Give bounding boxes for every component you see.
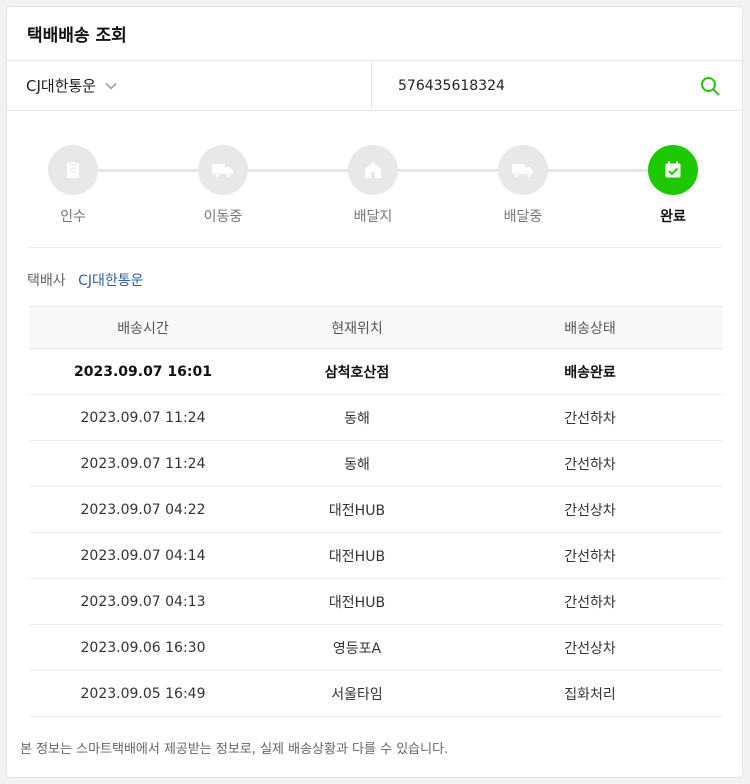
table-row: 2023.09.06 16:30 영등포A 간선상차 bbox=[29, 624, 723, 671]
carrier-dropdown[interactable]: CJ대한통운 bbox=[7, 61, 372, 110]
cell-location: 삼척호산점 bbox=[257, 348, 457, 395]
cell-status: 간선하차 bbox=[457, 532, 723, 579]
cell-status: 간선상차 bbox=[457, 624, 723, 671]
step-label: 이동중 bbox=[203, 209, 243, 225]
table-row: 2023.09.07 16:01 삼척호산점 배송완료 bbox=[29, 348, 723, 395]
cell-time: 2023.09.07 04:13 bbox=[29, 578, 257, 625]
calendar-check-icon bbox=[648, 145, 698, 195]
tracking-table: 배송시간 현재위치 배송상태 2023.09.07 16:01 삼척호산점 배송… bbox=[29, 306, 723, 717]
cell-location: 대전HUB bbox=[257, 578, 457, 625]
table-header: 배송시간 현재위치 배송상태 bbox=[29, 306, 723, 349]
cell-status: 간선하차 bbox=[457, 578, 723, 625]
step-destination: 배달지 bbox=[328, 145, 418, 226]
page-title: 택배배송 조회 bbox=[7, 7, 742, 61]
step-label: 완료 bbox=[660, 209, 686, 225]
home-icon bbox=[348, 145, 398, 195]
cell-status: 집화처리 bbox=[457, 670, 723, 717]
delivery-progress: 인수 이동중 배달지 배달중 완료 bbox=[27, 111, 722, 248]
cell-time: 2023.09.05 16:49 bbox=[29, 670, 257, 717]
header-location: 현재위치 bbox=[257, 306, 457, 349]
table-row: 2023.09.07 04:13 대전HUB 간선하차 bbox=[29, 578, 723, 625]
cell-location: 대전HUB bbox=[257, 532, 457, 579]
step-label: 배달중 bbox=[503, 209, 543, 225]
step-pickup: 인수 bbox=[28, 145, 118, 226]
disclaimer-text: 본 정보는 스마트택배에서 제공받는 정보로, 실제 배송상황과 다를 수 있습… bbox=[20, 742, 449, 757]
cell-time: 2023.09.07 11:24 bbox=[29, 440, 257, 487]
table-row: 2023.09.07 04:22 대전HUB 간선상차 bbox=[29, 486, 723, 533]
cell-status: 간선하차 bbox=[457, 440, 723, 487]
chevron-down-icon bbox=[105, 82, 117, 90]
cell-time: 2023.09.06 16:30 bbox=[29, 624, 257, 671]
cell-location: 서울타임 bbox=[257, 670, 457, 717]
cell-location: 대전HUB bbox=[257, 486, 457, 533]
search-icon[interactable] bbox=[700, 76, 720, 96]
receipt-icon bbox=[48, 145, 98, 195]
table-row: 2023.09.07 04:14 대전HUB 간선하차 bbox=[29, 532, 723, 579]
header-time: 배송시간 bbox=[29, 306, 257, 349]
cell-status: 간선하차 bbox=[457, 394, 723, 441]
step-out-for-delivery: 배달중 bbox=[478, 145, 568, 226]
truck-icon bbox=[498, 145, 548, 195]
carrier-info-value[interactable]: CJ대한통운 bbox=[78, 273, 143, 289]
cell-status: 간선상차 bbox=[457, 486, 723, 533]
cell-time: 2023.09.07 16:01 bbox=[29, 348, 257, 395]
cell-location: 영등포A bbox=[257, 624, 457, 671]
step-label: 배달지 bbox=[353, 209, 393, 225]
table-row: 2023.09.05 16:49 서울타임 집화처리 bbox=[29, 670, 723, 717]
tracking-card: 택배배송 조회 CJ대한통운 인수 이동중 bbox=[6, 6, 743, 778]
carrier-info: 택배사 CJ대한통운 bbox=[7, 248, 742, 306]
cell-time: 2023.09.07 04:22 bbox=[29, 486, 257, 533]
step-complete: 완료 bbox=[628, 145, 718, 226]
table-row: 2023.09.07 11:24 동해 간선하차 bbox=[29, 440, 723, 487]
step-in-transit: 이동중 bbox=[178, 145, 268, 226]
cell-time: 2023.09.07 04:14 bbox=[29, 532, 257, 579]
truck-icon bbox=[198, 145, 248, 195]
carrier-dropdown-label: CJ대한통운 bbox=[26, 77, 97, 95]
search-bar: CJ대한통운 bbox=[7, 61, 742, 111]
carrier-info-label: 택배사 bbox=[27, 273, 66, 289]
step-label: 인수 bbox=[60, 209, 86, 225]
table-row: 2023.09.07 11:24 동해 간선하차 bbox=[29, 394, 723, 441]
tracking-number-input[interactable] bbox=[398, 77, 700, 94]
header-status: 배송상태 bbox=[457, 306, 723, 349]
cell-location: 동해 bbox=[257, 440, 457, 487]
cell-time: 2023.09.07 11:24 bbox=[29, 394, 257, 441]
cell-status: 배송완료 bbox=[457, 348, 723, 395]
cell-location: 동해 bbox=[257, 394, 457, 441]
